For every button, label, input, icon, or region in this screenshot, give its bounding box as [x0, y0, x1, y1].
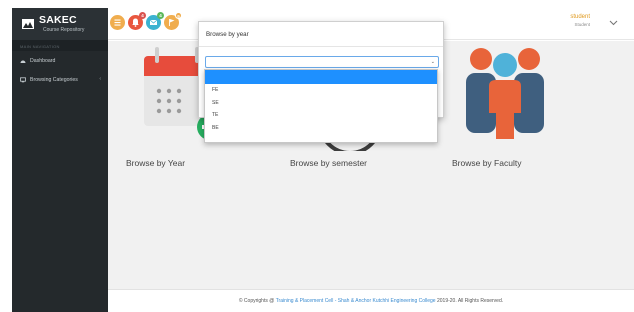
notifications-button[interactable]: 4 [128, 12, 146, 30]
modal-divider [199, 46, 443, 47]
year-option-se[interactable]: SE [205, 97, 437, 110]
messages-button[interactable]: 4 [146, 12, 164, 30]
footer-link[interactable]: Training & Placement Cell - Shah & Ancho… [276, 298, 436, 304]
sidebar: SAKEC Course Repository MAIN NAVIGATION … [12, 8, 108, 312]
card-label: Browse by Year [126, 158, 186, 168]
monitor-icon [20, 76, 26, 82]
user-role: Student [574, 22, 590, 27]
year-option-fe[interactable]: FE [205, 84, 437, 97]
chevron-down-icon[interactable] [609, 18, 618, 27]
brand-subtitle: Course Repository [43, 26, 85, 33]
nav-header: MAIN NAVIGATION [12, 40, 108, 51]
year-select[interactable]: ⌄ [205, 56, 439, 68]
brand-title: SAKEC [39, 14, 77, 27]
sidebar-item-label: Browsing Categories [30, 76, 78, 83]
user-name: student [570, 14, 590, 20]
chevron-down-icon: ⌄ [430, 59, 435, 65]
people-icon [466, 48, 544, 139]
user-menu[interactable]: student Student [570, 14, 590, 28]
browse-by-faculty-card[interactable]: Browse by Faculty [450, 41, 560, 191]
year-option-be[interactable]: BE [205, 122, 437, 135]
page: SAKEC Course Repository MAIN NAVIGATION … [0, 0, 634, 312]
task-count-badge: 9 [175, 12, 182, 19]
card-label: Browse by Faculty [452, 158, 522, 168]
year-option-te[interactable]: TE [205, 109, 437, 122]
card-label: Browse by semester [290, 158, 367, 168]
footer-suffix: 2019-20. All Rights Reserved. [436, 298, 504, 304]
brand[interactable]: SAKEC Course Repository [12, 8, 108, 40]
mountain-logo-icon [22, 19, 34, 29]
modal-title: Browse by year [206, 31, 249, 38]
sidebar-item-dashboard[interactable]: Dashboard [12, 51, 108, 70]
footer: © Copyrights @ Training & Placement Cell… [108, 289, 634, 312]
message-count-badge: 4 [157, 12, 164, 19]
footer-prefix: © Copyrights @ [238, 298, 275, 304]
chevron-left-icon: ‹ [99, 76, 101, 82]
sidebar-item-browsing-categories[interactable]: Browsing Categories ‹ [12, 70, 108, 89]
dashboard-icon [20, 60, 26, 63]
menu-toggle-button[interactable] [110, 15, 125, 30]
year-select-dropdown: FE SE TE BE [204, 69, 438, 143]
tasks-button[interactable]: 9 [164, 12, 182, 30]
menu-icon [114, 19, 121, 26]
sidebar-item-label: Dashboard [30, 57, 56, 64]
notification-count-badge: 4 [139, 12, 146, 19]
year-option-blank[interactable] [205, 70, 437, 84]
